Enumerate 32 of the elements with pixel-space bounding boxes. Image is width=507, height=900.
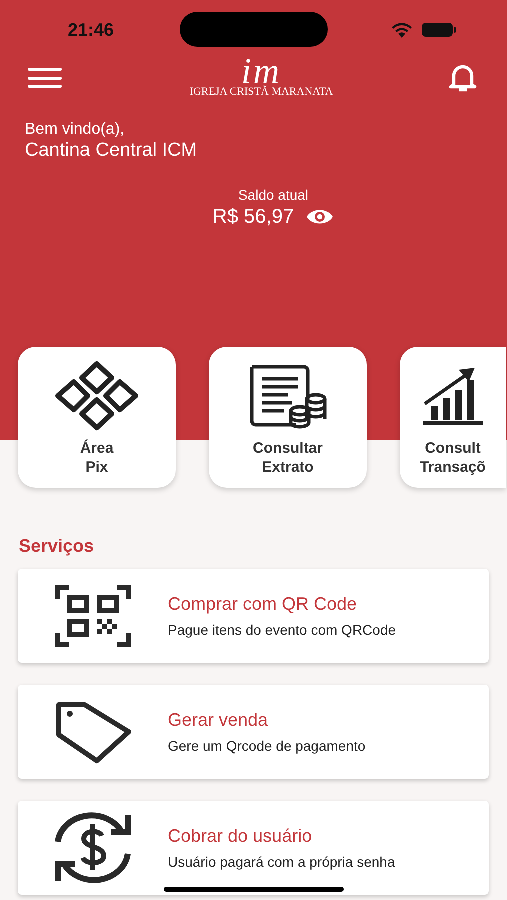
wifi-icon xyxy=(391,22,413,38)
service-title: Comprar com QR Code xyxy=(168,593,358,615)
battery-icon xyxy=(421,22,457,38)
eye-icon[interactable] xyxy=(306,208,334,226)
menu-button[interactable] xyxy=(28,66,62,90)
service-subtitle: Gere um Qrcode de pagamento xyxy=(168,737,366,755)
qr-code-scan-icon xyxy=(53,583,133,649)
shortcut-card[interactable]: Área Pix xyxy=(18,347,176,488)
shortcut-label: Consult xyxy=(425,439,481,458)
balance-label: Saldo atual xyxy=(238,186,309,204)
bar-chart-arrow-icon xyxy=(421,366,485,426)
shortcut-label: Transaçõ xyxy=(420,458,486,477)
shortcut-card[interactable]: Consultar Extrato xyxy=(209,347,367,488)
service-card[interactable]: Comprar com QR Code Pague itens do evento com QRCode xyxy=(18,569,489,663)
service-card[interactable]: Cobrar do usuário Usuário pagará com a própria senha xyxy=(18,801,489,895)
church-logo: im IGREJA CRISTÃ MARANATA xyxy=(190,57,334,99)
service-subtitle: Pague itens do evento com QRCode xyxy=(168,621,396,639)
service-title: Cobrar do usuário xyxy=(168,825,314,847)
greeting-label: Bem vindo(a), xyxy=(25,120,126,140)
shortcut-label: Consultar xyxy=(252,439,323,458)
status-time: 21:46 xyxy=(68,18,114,42)
user-name: Cantina Central ICM xyxy=(25,140,198,162)
statement-coins-icon xyxy=(248,363,328,429)
balance-value: R$ 56,97 xyxy=(212,205,294,230)
service-subtitle: Usuário pagará com a própria senha xyxy=(168,853,396,871)
section-title: Serviços xyxy=(18,535,96,557)
shortcut-label: Pix xyxy=(86,458,108,477)
service-card[interactable]: Gerar venda Gere um Qrcode de pagamento xyxy=(18,685,489,779)
shortcut-label: Área xyxy=(80,439,114,458)
shortcut-card[interactable]: Consult Transaçõ xyxy=(400,347,506,488)
shortcut-label: Extrato xyxy=(262,458,314,477)
service-title: Gerar venda xyxy=(168,709,270,731)
